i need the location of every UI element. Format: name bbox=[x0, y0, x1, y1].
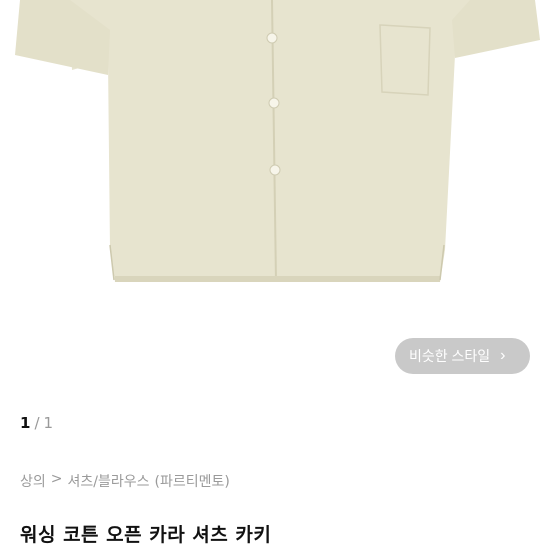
product-image[interactable] bbox=[0, 0, 555, 390]
shirt-hem bbox=[115, 276, 440, 282]
shirt-illustration bbox=[15, 0, 540, 283]
pager-current: 1 bbox=[20, 414, 31, 432]
breadcrumb: 상의 > 셔츠/블라우스 (파르티멘토) bbox=[20, 471, 230, 491]
breadcrumb-category[interactable]: 상의 bbox=[20, 471, 46, 491]
product-title: 워싱 코튼 오픈 카라 셔츠 카키 bbox=[20, 524, 272, 546]
chevron-right-icon: › bbox=[500, 347, 506, 364]
image-pager: 1 / 1 bbox=[20, 414, 53, 432]
shirt-button-2 bbox=[268, 97, 280, 109]
similar-style-button[interactable]: 비슷한 스타일 › bbox=[395, 338, 530, 374]
shirt-right-sleeve bbox=[452, 0, 540, 58]
pager-separator: / bbox=[34, 414, 40, 432]
pager-total: 1 bbox=[43, 414, 54, 432]
shirt-button-3 bbox=[269, 164, 281, 176]
breadcrumb-subcategory[interactable]: 셔츠/블라우스 bbox=[68, 471, 150, 491]
breadcrumb-separator: > bbox=[50, 471, 63, 487]
shirt-button-1 bbox=[266, 32, 278, 44]
similar-style-label: 비슷한 스타일 bbox=[409, 348, 491, 364]
breadcrumb-brand[interactable]: (파르티멘토) bbox=[155, 471, 230, 491]
